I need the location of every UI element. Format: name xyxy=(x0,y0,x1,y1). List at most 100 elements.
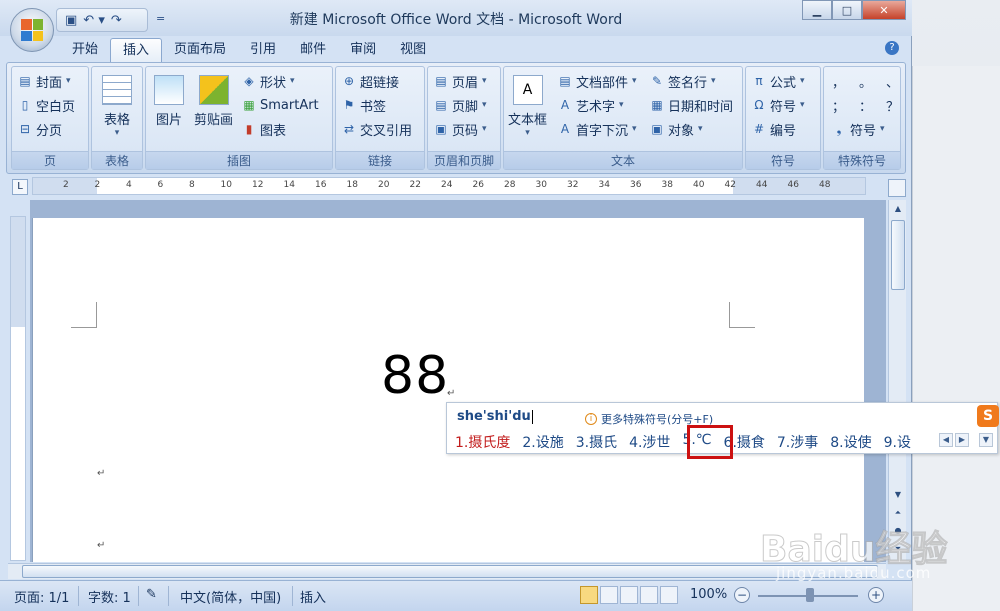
web-layout-icon[interactable] xyxy=(620,586,638,604)
group-illustrations: 图片 剪贴画 ◈ 形状 ▾ ▦ SmartArt ▮ 图表 插图 xyxy=(145,66,333,170)
object-label: 对象 xyxy=(668,123,695,139)
ime-candidate[interactable]: 4.涉世 xyxy=(629,432,670,452)
special-symbol[interactable]: ： xyxy=(859,96,872,115)
vertical-scroll-thumb[interactable] xyxy=(891,220,905,290)
clipart-icon xyxy=(198,75,229,105)
page-number-button[interactable]: ▣ 页码 ▾ xyxy=(434,119,486,139)
hyperlink-button[interactable]: ⊕ 超链接 xyxy=(342,71,399,91)
zoom-slider-thumb[interactable] xyxy=(806,588,814,602)
ime-expand-icon[interactable]: ▼ xyxy=(979,433,993,447)
cover-page-label: 封面 xyxy=(36,75,63,91)
ruler-tick-label: 24 xyxy=(441,180,453,190)
clipart-label: 剪贴画 xyxy=(194,113,234,128)
scroll-down-icon[interactable]: ▼ xyxy=(891,488,905,502)
zoom-level[interactable]: 100% xyxy=(690,587,727,602)
ruler-tick-label: 36 xyxy=(630,180,642,190)
smartart-button[interactable]: ▦ SmartArt xyxy=(242,95,318,115)
minimize-button[interactable]: ▁ xyxy=(802,0,832,20)
insert-mode[interactable]: 插入 xyxy=(300,587,326,606)
horizontal-ruler[interactable]: 2 2 4 6 8 10 12 14 16 18 20 22 24 26 28 30 32 34 36 38 40 42 4… xyxy=(32,177,866,195)
zoom-in-icon[interactable]: + xyxy=(868,587,884,603)
footer-button[interactable]: ▤ 页脚 ▾ xyxy=(434,95,486,115)
wordart-button[interactable]: A 艺术字 ▾ xyxy=(558,95,624,115)
table-button[interactable]: 表格 ▾ xyxy=(102,75,132,138)
cover-page-button[interactable]: ▤ 封面 ▾ xyxy=(18,71,70,91)
horizontal-scroll-thumb[interactable] xyxy=(22,565,878,578)
special-symbol[interactable]: 、 xyxy=(886,72,899,91)
ime-candidate[interactable]: 1.摄氏度 xyxy=(455,432,510,452)
clipart-button[interactable]: 剪贴画 xyxy=(194,75,233,128)
zoom-out-icon[interactable]: − xyxy=(734,587,750,603)
document-page[interactable]: 88 ↵ ↵ ↵ xyxy=(32,218,864,562)
date-time-button[interactable]: ▦ 日期和时间 xyxy=(650,95,733,115)
cross-reference-label: 交叉引用 xyxy=(360,123,413,139)
chart-button[interactable]: ▮ 图表 xyxy=(242,119,286,139)
pi-icon: π xyxy=(755,74,763,88)
scroll-up-icon[interactable]: ▲ xyxy=(891,202,905,216)
special-symbol-label: 符号 xyxy=(850,123,877,139)
equation-button[interactable]: π 公式 ▾ xyxy=(752,71,804,91)
ime-candidate[interactable]: 7.涉事 xyxy=(777,432,818,452)
group-text: A 文本框 ▾ ▤ 文档部件 ▾ A 艺术字 ▾ A 首字下沉 ▾ ✎ 签名行 ▾ ▦ 日期和时间 … xyxy=(503,66,743,170)
office-button[interactable] xyxy=(10,8,54,52)
draft-icon[interactable] xyxy=(660,586,678,604)
special-symbol[interactable]: ， xyxy=(832,72,845,91)
special-symbol[interactable]: ？ xyxy=(886,96,899,115)
ruler-tick-label: 4 xyxy=(126,180,132,190)
signature-line-button[interactable]: ✎ 签名行 ▾ xyxy=(650,71,716,91)
help-icon[interactable]: ? xyxy=(885,41,899,55)
blank-page-button[interactable]: ▯ 空白页 xyxy=(18,95,75,115)
language-indicator[interactable]: 中文(简体，中国) xyxy=(180,587,281,606)
prev-page-icon[interactable]: ⏶ xyxy=(891,506,905,520)
header-label: 页眉 xyxy=(452,75,479,91)
spellcheck-icon[interactable]: ✎ xyxy=(146,587,157,602)
special-symbol[interactable]: ； xyxy=(832,96,845,115)
cross-reference-button[interactable]: ⇄ 交叉引用 xyxy=(342,119,412,139)
ime-next-icon[interactable]: ▶ xyxy=(955,433,969,447)
numbering-button[interactable]: # 编号 xyxy=(752,119,796,139)
full-screen-reading-icon[interactable] xyxy=(600,586,618,604)
tab-page-layout[interactable]: 页面布局 xyxy=(162,38,238,62)
tab-mailings[interactable]: 邮件 xyxy=(288,38,338,62)
ime-candidate[interactable]: 2.设施 xyxy=(522,432,563,452)
outline-icon[interactable] xyxy=(640,586,658,604)
word-count[interactable]: 字数: 1 xyxy=(88,587,131,606)
status-bar: 页面: 1/1 字数: 1 ✎ 中文(简体，中国) 插入 100% − + xyxy=(0,580,912,611)
print-layout-icon[interactable] xyxy=(580,586,598,604)
ime-candidate[interactable]: 3.摄氏 xyxy=(576,432,617,452)
picture-button[interactable]: 图片 xyxy=(154,75,184,128)
quick-parts-button[interactable]: ▤ 文档部件 ▾ xyxy=(558,71,636,91)
view-ruler-button[interactable] xyxy=(888,179,906,197)
tab-insert[interactable]: 插入 xyxy=(110,38,163,62)
horizontal-scrollbar[interactable] xyxy=(8,563,886,579)
ime-candidate[interactable]: 8.设使 xyxy=(830,432,871,452)
tab-references[interactable]: 引用 xyxy=(238,38,288,62)
ime-prev-icon[interactable]: ◀ xyxy=(939,433,953,447)
tab-view[interactable]: 视图 xyxy=(388,38,438,62)
tab-review[interactable]: 审阅 xyxy=(338,38,388,62)
ime-candidate[interactable]: 9.设 xyxy=(884,432,911,452)
document-text[interactable]: 88 xyxy=(381,346,449,406)
close-button[interactable]: ✕ xyxy=(862,0,906,20)
page-count[interactable]: 页面: 1/1 xyxy=(14,587,69,606)
group-label-pages: 页 xyxy=(12,151,88,169)
date-time-label: 日期和时间 xyxy=(668,99,734,115)
object-button[interactable]: ▣ 对象 ▾ xyxy=(650,119,702,139)
vertical-scrollbar[interactable]: ▲ ▼ ⏶ ● ⏷ xyxy=(888,200,906,562)
symbol-button[interactable]: Ω 符号 ▾ xyxy=(752,95,804,115)
ruler-tick-label: 46 xyxy=(787,180,799,190)
tab-selector[interactable]: L xyxy=(12,179,28,195)
special-symbol[interactable]: 。 xyxy=(859,72,872,91)
bookmark-button[interactable]: ⚑ 书签 xyxy=(342,95,386,115)
special-symbol-button[interactable]: ❟ 符号 ▾ xyxy=(832,119,885,139)
ruler-tick-label: 40 xyxy=(693,180,705,190)
tab-home[interactable]: 开始 xyxy=(60,38,110,62)
dropcap-button[interactable]: A 首字下沉 ▾ xyxy=(558,119,637,139)
blank-page-icon: ▯ xyxy=(21,98,29,112)
page-break-button[interactable]: ⊟ 分页 xyxy=(18,119,62,139)
shapes-button[interactable]: ◈ 形状 ▾ xyxy=(242,71,294,91)
textbox-button[interactable]: A 文本框 ▾ xyxy=(508,75,547,138)
header-button[interactable]: ▤ 页眉 ▾ xyxy=(434,71,486,91)
vertical-ruler[interactable] xyxy=(10,216,26,561)
maximize-button[interactable]: □ xyxy=(832,0,862,20)
